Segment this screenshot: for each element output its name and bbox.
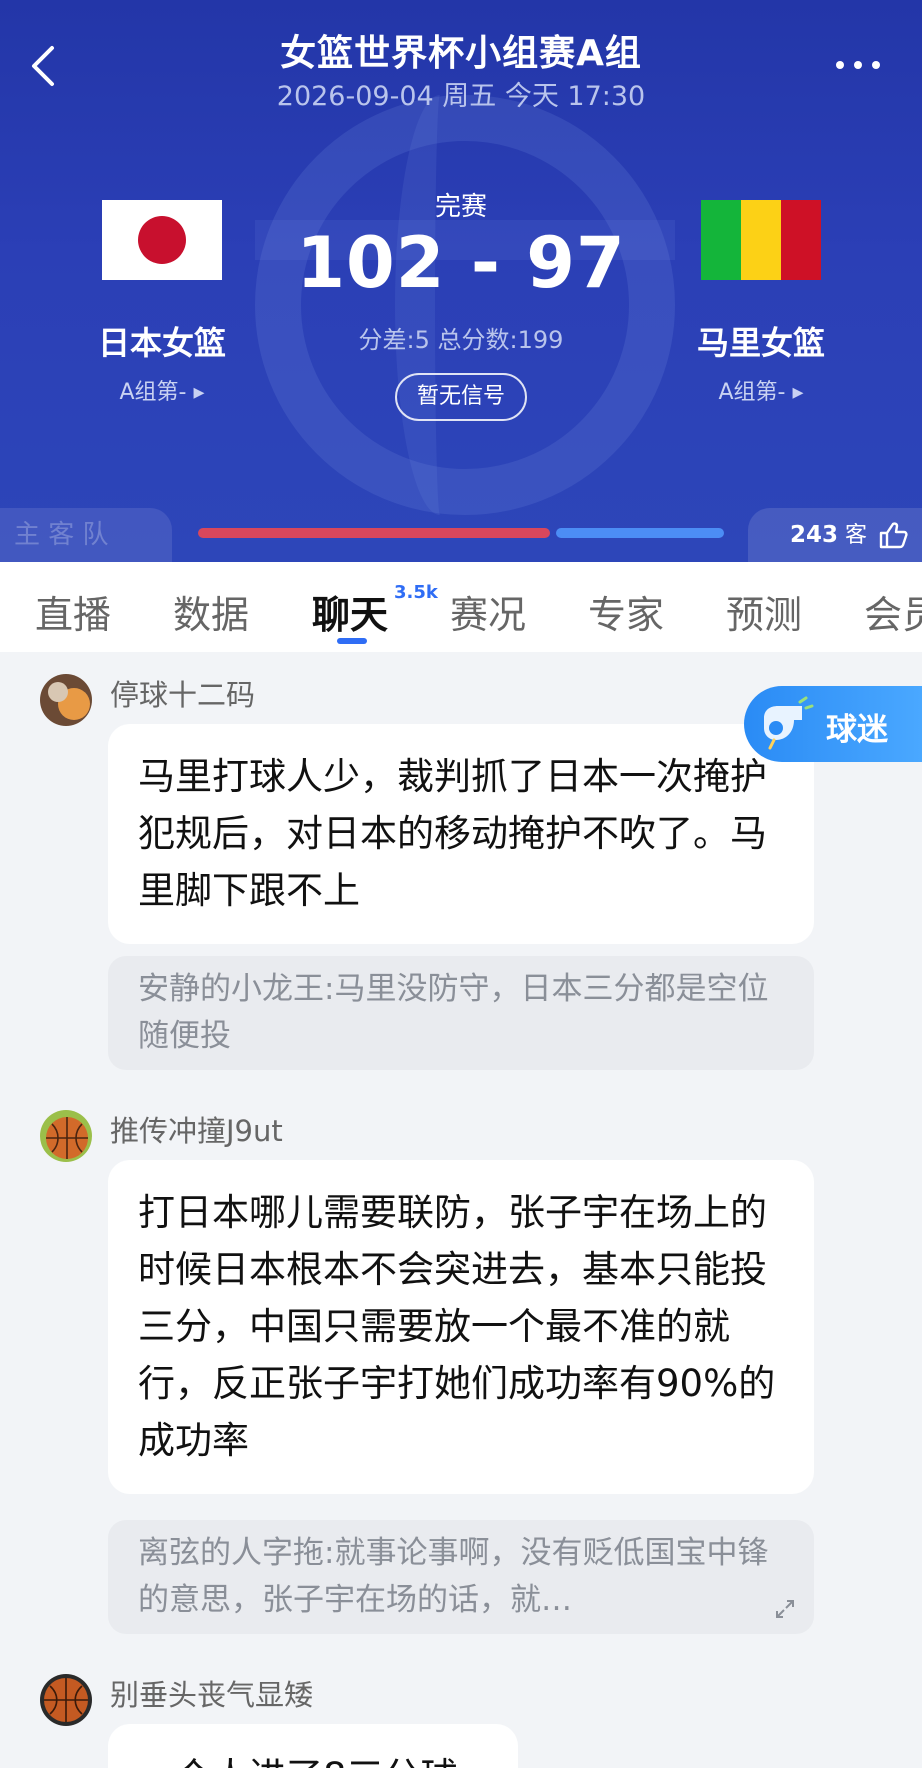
tab-live[interactable]: 直播	[35, 584, 111, 639]
chat-count-badge: 3.5k	[394, 582, 438, 603]
active-tab-indicator	[337, 638, 367, 644]
flag-stripe-red	[781, 200, 821, 280]
match-header: 女篮世界杯小组赛A组 2026-09-04 周五 今天 17:30 日本女篮 A…	[0, 0, 922, 562]
more-dots-icon[interactable]	[830, 50, 886, 80]
username[interactable]: 推传冲撞J9ut	[110, 1108, 283, 1150]
avatar-image	[40, 674, 92, 726]
home-team-rank[interactable]: A组第- ▸	[52, 374, 272, 406]
support-away-tab[interactable]: 243 客	[748, 508, 922, 562]
chat-message[interactable]: 打日本哪儿需要联防，张子宇在场上的时候日本根本不会突进去，基本只能投三分，中国只…	[108, 1160, 814, 1494]
flag-stripe-green	[701, 200, 741, 280]
away-team-rank[interactable]: A组第- ▸	[651, 374, 871, 406]
whistle-icon	[764, 696, 814, 750]
quoted-reply-text: 离弦的人字拖:就事论事啊，没有贬低国宝中锋的意思，张子宇在场的话，就…	[138, 1535, 769, 1618]
tab-prediction[interactable]: 预测	[726, 584, 802, 639]
basketball-avatar-icon	[40, 1110, 92, 1162]
tab-bar: 直播 数据 聊天 3.5k 赛况 专家 预测 会员	[0, 562, 922, 652]
home-support-bar	[198, 528, 550, 538]
quoted-reply[interactable]: 安静的小龙王:马里没防守，日本三分都是空位随便投	[108, 956, 814, 1070]
support-strip: 主 客 队 243 客	[0, 508, 922, 562]
tab-game-status[interactable]: 赛况	[450, 584, 526, 639]
quoted-reply-text: 安静的小龙王:马里没防守，日本三分都是空位随便投	[138, 971, 769, 1054]
away-team-name[interactable]: 马里女篮	[651, 318, 871, 364]
match-datetime: 2026-09-04 周五 今天 17:30	[276, 81, 646, 112]
support-count: 243	[790, 522, 839, 548]
basketball-avatar-icon	[40, 1674, 92, 1726]
chat-feed[interactable]: 停球十二码 马里打球人少，裁判抓了日本一次掩护犯规后，对日本的移动掩护不吹了。马…	[0, 652, 922, 1768]
fan-button[interactable]: 球迷	[744, 686, 922, 762]
tab-experts[interactable]: 专家	[588, 584, 664, 639]
username[interactable]: 别垂头丧气显矮	[110, 1672, 313, 1714]
chat-message[interactable]: 马里打球人少，裁判抓了日本一次掩护犯规后，对日本的移动掩护不吹了。马里脚下跟不上	[108, 724, 814, 944]
tab-member[interactable]: 会员	[864, 584, 922, 639]
quoted-reply[interactable]: 离弦的人字拖:就事论事啊，没有贬低国宝中锋的意思，张子宇在场的话，就…	[108, 1520, 814, 1634]
avatar[interactable]	[40, 674, 92, 726]
match-title: 女篮世界杯小组赛A组	[280, 33, 642, 74]
mali-flag-icon[interactable]	[701, 200, 821, 280]
basketball-watermark-seam	[395, 95, 485, 515]
expand-icon[interactable]	[774, 1598, 796, 1620]
support-away-label: 客	[845, 523, 868, 548]
avatar[interactable]	[40, 1674, 92, 1726]
tab-stats[interactable]: 数据	[173, 584, 249, 639]
thumb-up-icon[interactable]	[878, 520, 908, 550]
fan-button-label: 球迷	[826, 712, 888, 748]
username[interactable]: 停球十二码	[110, 672, 255, 714]
away-support-bar	[556, 528, 724, 538]
avatar[interactable]	[40, 1110, 92, 1162]
support-home-tab[interactable]: 主 客 队	[0, 508, 172, 562]
signal-button[interactable]: 暂无信号	[395, 373, 527, 421]
chat-message[interactable]: 一个人进了8三分球	[108, 1724, 518, 1768]
flag-stripe-yellow	[741, 200, 781, 280]
tab-chat[interactable]: 聊天	[312, 584, 388, 639]
